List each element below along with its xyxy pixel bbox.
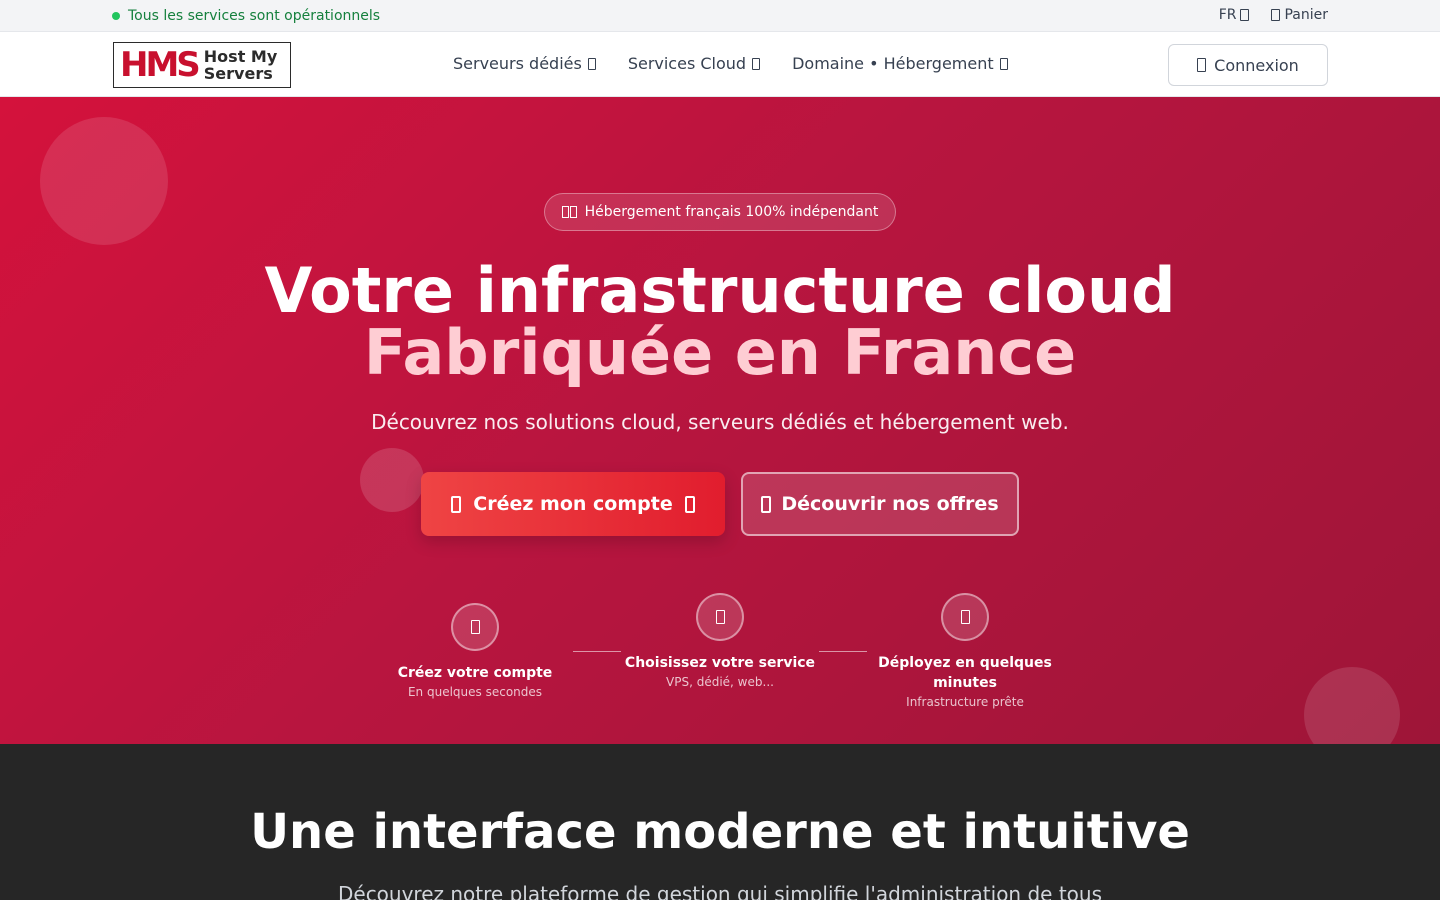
rocket-icon	[960, 610, 970, 624]
step-create-account: Créez votre compte En quelques secondes	[375, 603, 575, 699]
step-title: Déployez en quelques minutes	[878, 655, 1052, 691]
nav-dedicated-servers-label: Serveurs dédiés	[453, 54, 582, 73]
create-account-label: Créez mon compte	[473, 493, 673, 515]
user-icon	[470, 620, 480, 634]
service-status-text: Tous les services sont opérationnels	[128, 8, 381, 24]
nav-domain-hosting-label: Domaine • Hébergement	[792, 54, 994, 73]
cart-link[interactable]: Panier	[1271, 7, 1328, 23]
step-description: Infrastructure prête	[906, 695, 1024, 709]
decorative-bubble	[40, 117, 168, 245]
hero-section: Hébergement français 100% indépendant Vo…	[0, 97, 1440, 744]
decorative-bubble	[1304, 667, 1400, 744]
step-description: VPS, dédié, web...	[666, 675, 774, 689]
step-icon-circle	[451, 603, 499, 651]
interface-section-subtitle: Découvrez notre plateforme de gestion qu…	[337, 882, 1102, 900]
chevron-down-icon	[1240, 9, 1250, 21]
hero-title-line-1: Votre infrastructure cloud	[264, 254, 1176, 327]
chevron-down-icon	[587, 57, 596, 70]
discover-offers-label: Découvrir nos offres	[781, 493, 999, 515]
interface-section-title: Une interface moderne et intuitive	[250, 804, 1190, 860]
step-icon-circle	[696, 593, 744, 641]
user-plus-icon	[451, 495, 462, 513]
hero-subtitle: Découvrez nos solutions cloud, serveurs …	[371, 410, 1069, 434]
topbar-actions: FR Panier	[1219, 7, 1328, 23]
decorative-bubble	[360, 448, 424, 512]
cart-icon	[1271, 9, 1281, 21]
arrow-right-icon	[684, 495, 695, 513]
site-logo[interactable]: HMS Host My Servers	[113, 42, 291, 88]
user-icon	[1197, 58, 1207, 72]
login-button[interactable]: Connexion	[1168, 44, 1328, 86]
logo-mark: HMS	[120, 45, 201, 85]
language-selector[interactable]: FR	[1219, 7, 1250, 23]
step-connector	[573, 651, 621, 652]
hero-badge-text: Hébergement français 100% indépendant	[584, 204, 879, 220]
flag-fr-icon	[561, 206, 577, 218]
step-deploy: Déployez en quelques minutes Infrastruct…	[865, 593, 1065, 709]
hero-title-line-2: Fabriquée en France	[363, 316, 1077, 389]
logo-wordmark: Host My Servers	[204, 48, 277, 82]
login-label: Connexion	[1214, 55, 1299, 75]
step-title: Choisissez votre service	[624, 655, 816, 671]
nav-cloud-services[interactable]: Services Cloud	[627, 54, 761, 73]
step-connector	[819, 651, 867, 652]
status-dot-icon	[112, 12, 120, 20]
step-choose-service: Choisissez votre service VPS, dédié, web…	[620, 593, 820, 689]
chevron-down-icon	[999, 57, 1008, 70]
create-account-button[interactable]: Créez mon compte	[421, 472, 725, 536]
step-description: En quelques secondes	[407, 685, 543, 699]
grid-icon	[761, 495, 772, 513]
chevron-down-icon	[752, 57, 761, 70]
server-icon	[715, 610, 725, 624]
nav-dedicated-servers[interactable]: Serveurs dédiés	[453, 54, 596, 73]
step-title: Créez votre compte	[397, 665, 553, 681]
nav-cloud-services-label: Services Cloud	[627, 54, 747, 73]
hero-badge: Hébergement français 100% indépendant	[544, 193, 896, 231]
main-nav: Serveurs dédiés Services Cloud Domaine •…	[453, 54, 1008, 73]
step-icon-circle	[941, 593, 989, 641]
discover-offers-button[interactable]: Découvrir nos offres	[741, 472, 1019, 536]
service-status[interactable]: Tous les services sont opérationnels	[112, 8, 380, 24]
cart-label: Panier	[1284, 7, 1328, 23]
main-header: HMS Host My Servers Serveurs dédiés Serv…	[0, 33, 1440, 97]
language-label: FR	[1218, 7, 1237, 23]
interface-section: Une interface moderne et intuitive Décou…	[0, 744, 1440, 900]
nav-domain-hosting[interactable]: Domaine • Hébergement	[792, 54, 1008, 73]
logo-line-2: Servers	[203, 64, 273, 83]
top-status-bar: Tous les services sont opérationnels FR …	[0, 0, 1440, 32]
